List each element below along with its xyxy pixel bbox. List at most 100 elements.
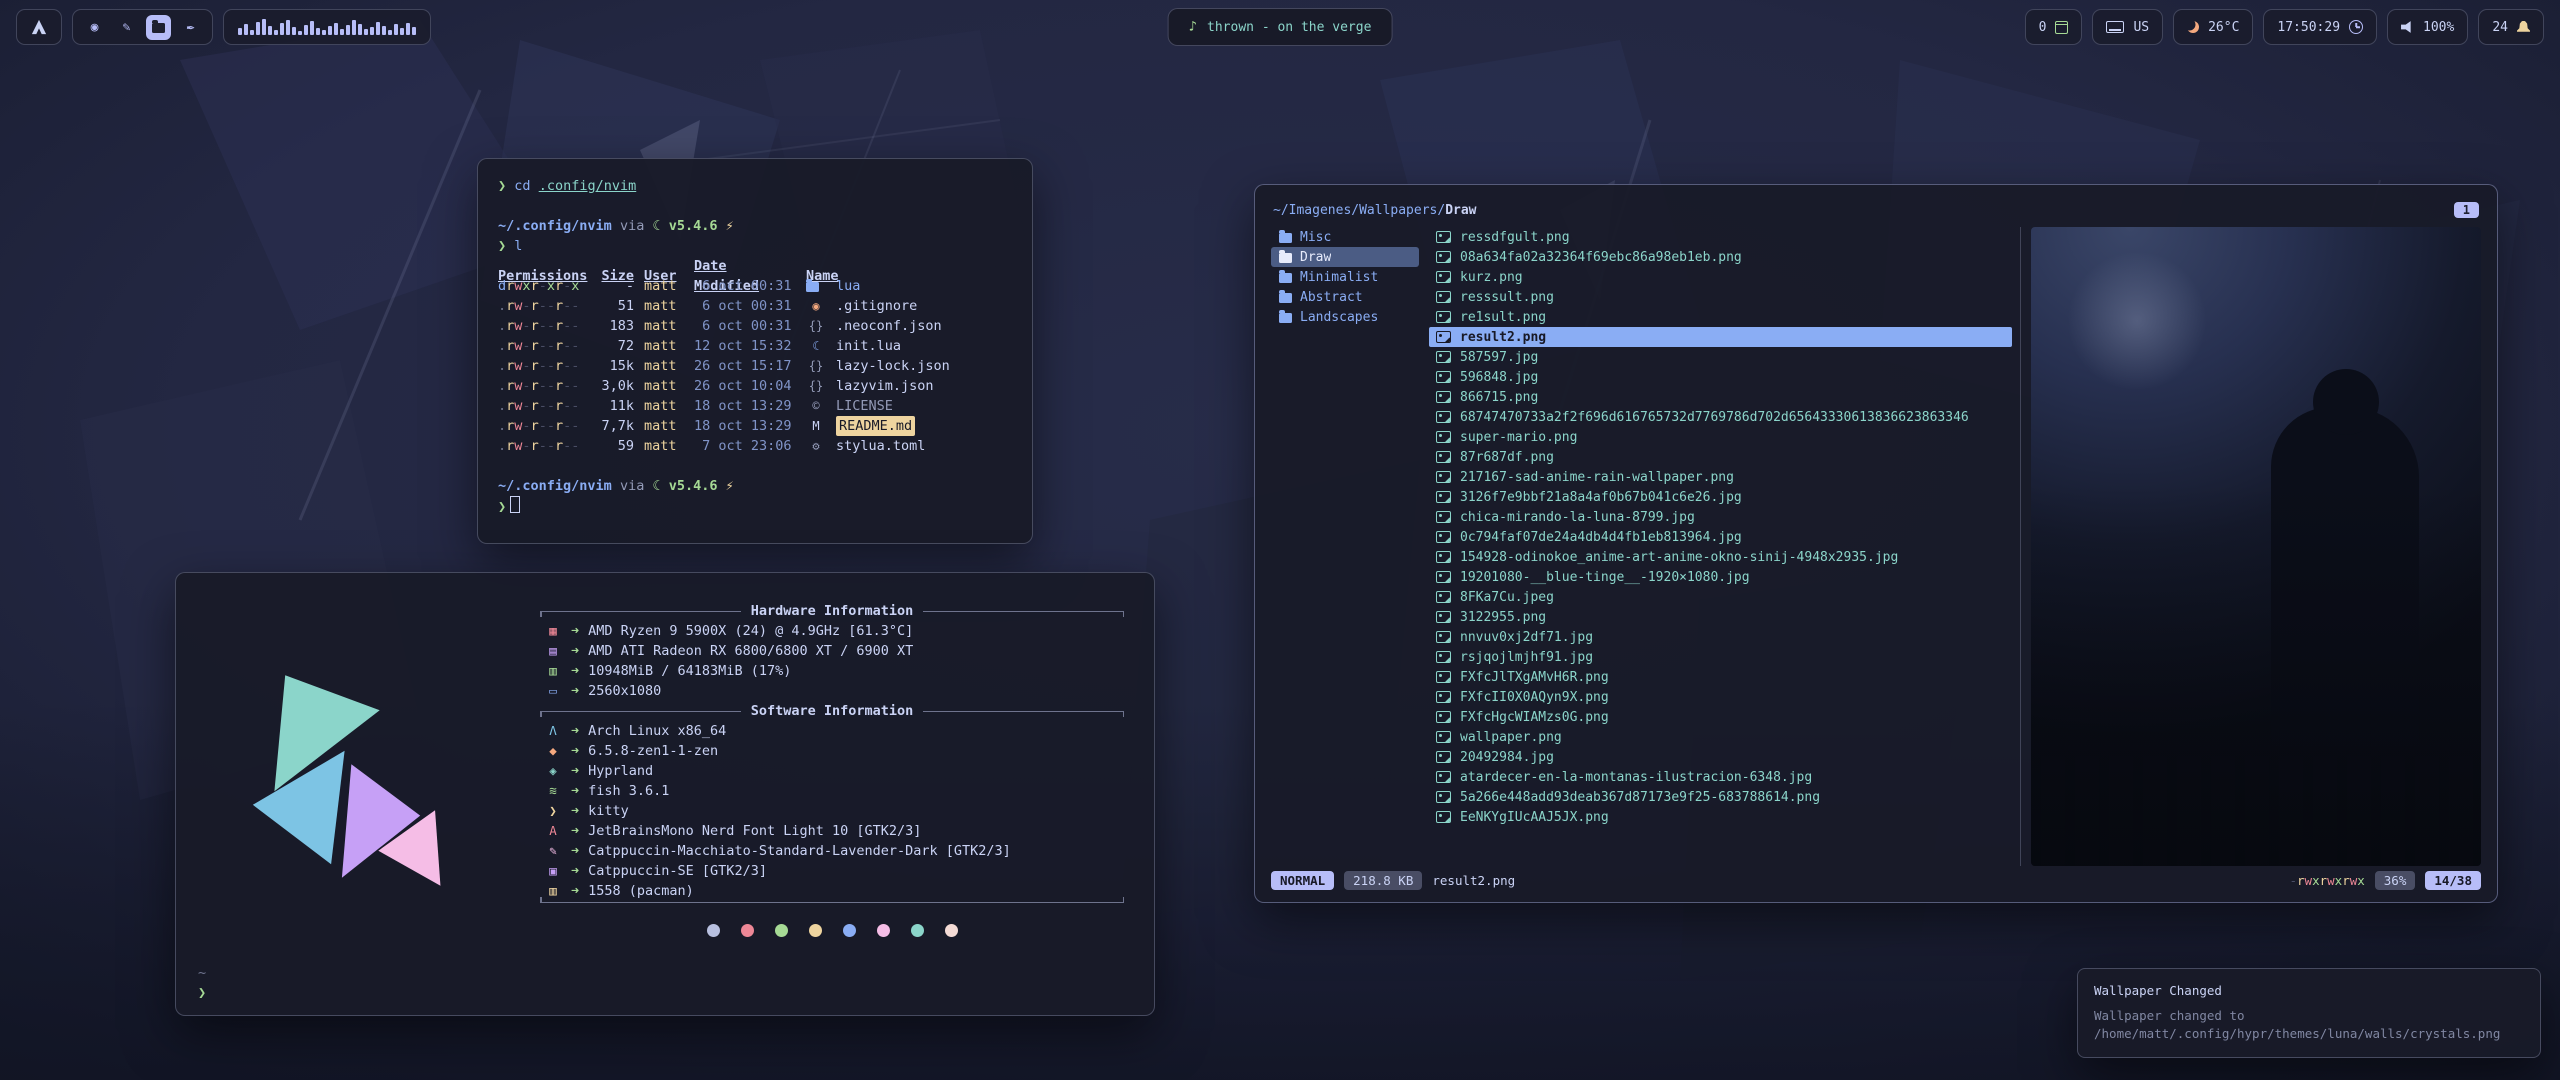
file-item[interactable]: FXfcHgcWIAMzs0G.png — [1429, 707, 2012, 727]
notification-popup[interactable]: Wallpaper Changed Wallpaper changed to /… — [2077, 968, 2541, 1058]
fetch-line: ▥ ➜ 1558 (pacman) — [540, 881, 1124, 901]
weather-module[interactable]: 26°C — [2173, 9, 2253, 45]
file-item[interactable]: wallpaper.png — [1429, 727, 2012, 747]
terminal-icon: ❯ — [544, 801, 562, 821]
file-list-pane: ressdfgult.png 08a634fa02a32364f69ebc86a… — [1429, 227, 2021, 866]
fetch-line: ❯ ➜ kitty — [540, 801, 1124, 821]
browser-icon[interactable]: ◉ — [82, 15, 107, 40]
file-item[interactable]: super-mario.png — [1429, 427, 2012, 447]
fetch-line: ▣ ➜ Catppuccin-SE [GTK2/3] — [540, 861, 1124, 881]
image-file-icon — [1436, 291, 1451, 303]
directory-item[interactable]: Misc — [1271, 227, 1419, 247]
os-icon: Λ — [544, 721, 562, 741]
image-file-icon — [1436, 771, 1451, 783]
palette-dot — [741, 924, 754, 937]
file-item[interactable]: rsjqojlmjhf91.jpg — [1429, 647, 2012, 667]
file-item[interactable]: 0c794faf07de24a4db4d4fb1eb813964.jpg — [1429, 527, 2012, 547]
file-item[interactable]: 8FKa7Cu.jpeg — [1429, 587, 2012, 607]
file-item[interactable]: 866715.png — [1429, 387, 2012, 407]
file-name: 596848.jpg — [1460, 370, 1538, 385]
pen-icon[interactable]: ✒ — [178, 15, 203, 40]
file-name: .gitignore — [836, 296, 1012, 316]
directory-name: Misc — [1300, 230, 1331, 245]
file-item[interactable]: result2.png — [1429, 327, 2012, 347]
clock-module[interactable]: 17:50:29 — [2263, 9, 2377, 45]
notifications-module[interactable]: 24 — [2478, 9, 2544, 45]
file-owner: matt — [644, 336, 684, 356]
software-section-header: Software Information — [540, 701, 1124, 721]
media-player-widget[interactable]: ♪ thrown - on the verge — [1168, 8, 1393, 46]
list-position-badge: 14/38 — [2425, 871, 2481, 890]
ls-file-row: .rw-r--r-- 7,7k matt 18 oct 13:29 M READ… — [498, 416, 1012, 436]
file-item[interactable]: 08a634fa02a32364f69ebc86a98eb1eb.png — [1429, 247, 2012, 267]
cpu-icon: ▦ — [544, 621, 562, 641]
visualizer-bar — [328, 26, 332, 35]
directory-item[interactable]: Draw — [1271, 247, 1419, 267]
file-item[interactable]: resssult.png — [1429, 287, 2012, 307]
edit-icon[interactable]: ✎ — [114, 15, 139, 40]
fetch-box-bottom — [540, 902, 1124, 911]
file-item[interactable]: 20492984.jpg — [1429, 747, 2012, 767]
markdown-icon: M — [806, 416, 826, 436]
file-item[interactable]: atardecer-en-la-montanas-ilustracion-634… — [1429, 767, 2012, 787]
memory-icon: ▥ — [544, 661, 562, 681]
terminal-window[interactable]: ❯ cd .config/nvim ~/.config/nvim via ☾ v… — [477, 158, 1033, 544]
module-value: 100% — [2423, 20, 2454, 35]
file-item[interactable]: ressdfgult.png — [1429, 227, 2012, 247]
volume-module[interactable]: 100% — [2387, 9, 2468, 45]
file-item[interactable]: 87r687df.png — [1429, 447, 2012, 467]
topbar-right-modules: 0 US 26°C 17:50:29 100% 24 — [2025, 9, 2544, 45]
shell-prompt[interactable]: ~ ❯ — [198, 963, 206, 1003]
file-item[interactable]: 217167-sad-anime-rain-wallpaper.png — [1429, 467, 2012, 487]
file-item[interactable]: kurz.png — [1429, 267, 2012, 287]
file-item[interactable]: 587597.jpg — [1429, 347, 2012, 367]
file-manager-window[interactable]: ~/Imagenes/Wallpapers/ Draw 1 Misc Draw … — [1254, 184, 2498, 903]
cursor-line[interactable]: ❯ — [498, 496, 1012, 516]
file-item[interactable]: 19201080-__blue-tinge__-1920×1080.jpg — [1429, 567, 2012, 587]
fetch-line: ▦ ➜ AMD Ryzen 9 5900X (24) @ 4.9GHz [61.… — [540, 621, 1124, 641]
file-item[interactable]: 3126f7e9bbf21a8a4af0b67b041c6e26.jpg — [1429, 487, 2012, 507]
image-file-icon — [1436, 451, 1451, 463]
keyboard-layout-module[interactable]: US — [2092, 9, 2163, 45]
file-owner: matt — [644, 436, 684, 456]
directory-item[interactable]: Abstract — [1271, 287, 1419, 307]
file-date: 6 oct 00:31 — [694, 276, 796, 296]
fetch-line: ▥ ➜ 10948MiB / 64183MiB (17%) — [540, 661, 1124, 681]
arrow-icon: ➜ — [571, 621, 579, 641]
file-item[interactable]: 3122955.png — [1429, 607, 2012, 627]
file-name: 587597.jpg — [1460, 350, 1538, 365]
image-file-icon — [1436, 551, 1451, 563]
workspace-switcher: ◉ ✎ ✒ — [72, 9, 213, 45]
file-item[interactable]: 596848.jpg — [1429, 367, 2012, 387]
permissions: .rw-r--r-- — [498, 356, 584, 376]
image-file-icon — [1436, 571, 1451, 583]
file-name: init.lua — [836, 336, 1012, 356]
launcher-button[interactable] — [16, 9, 62, 45]
file-item[interactable]: EeNKYgIUcAAJ5JX.png — [1429, 807, 2012, 827]
file-item[interactable]: re1sult.png — [1429, 307, 2012, 327]
file-item[interactable]: nnvuv0xj2df71.jpg — [1429, 627, 2012, 647]
module-value: 17:50:29 — [2277, 20, 2340, 35]
file-item[interactable]: chica-mirando-la-luna-8799.jpg — [1429, 507, 2012, 527]
file-item[interactable]: 68747470733a2f2f696d616765732d7769786d70… — [1429, 407, 2012, 427]
updates-module[interactable]: 0 — [2025, 9, 2083, 45]
file-date: 18 oct 13:29 — [694, 416, 796, 436]
arrow-icon: ➜ — [571, 641, 579, 661]
file-item[interactable]: 154928-odinokoe_anime-art-anime-okno-sin… — [1429, 547, 2012, 567]
tab-indicator[interactable]: 1 — [2454, 202, 2479, 218]
fetch-terminal-window[interactable]: Hardware Information ▦ ➜ AMD Ryzen 9 590… — [175, 572, 1155, 1016]
directory-item[interactable]: Landscapes — [1271, 307, 1419, 327]
arrow-icon: ➜ — [571, 661, 579, 681]
file-name: resssult.png — [1460, 290, 1554, 305]
file-manager-header: ~/Imagenes/Wallpapers/ Draw 1 — [1271, 195, 2481, 225]
files-icon[interactable] — [146, 15, 171, 40]
file-item[interactable]: FXfcII0X0AQyn9X.png — [1429, 687, 2012, 707]
fetch-line: ◈ ➜ Hyprland — [540, 761, 1124, 781]
file-item[interactable]: FXfcJlTXgAMvH6R.png — [1429, 667, 2012, 687]
ls-file-row: .rw-r--r-- 11k matt 18 oct 13:29 © LICEN… — [498, 396, 1012, 416]
directory-item[interactable]: Minimalist — [1271, 267, 1419, 287]
image-file-icon — [1436, 311, 1451, 323]
fetch-value: 2560x1080 — [588, 681, 661, 701]
visualizer-bar — [388, 30, 392, 35]
file-item[interactable]: 5a266e448add93deab367d87173e9f25-6837886… — [1429, 787, 2012, 807]
